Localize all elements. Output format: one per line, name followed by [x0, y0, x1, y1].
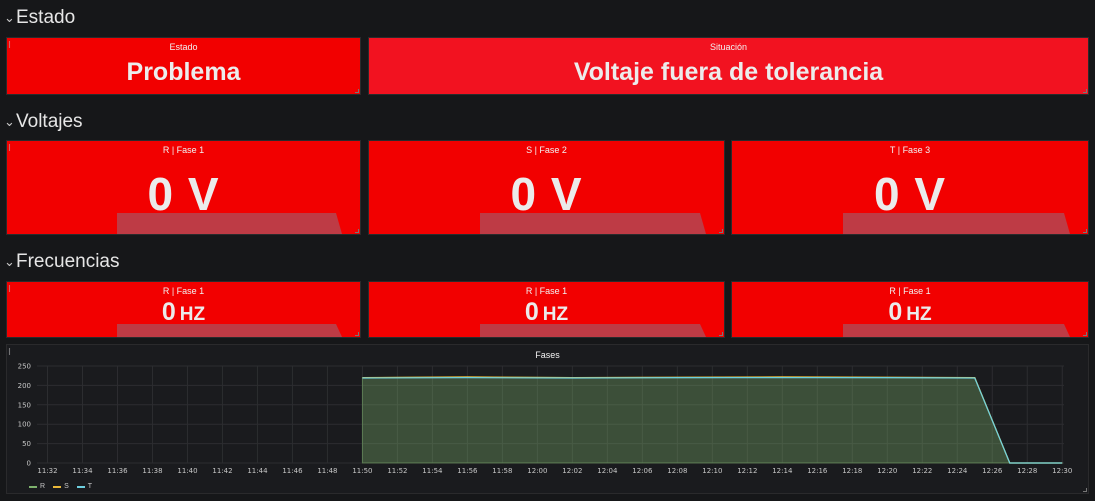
y-tick-label: 50 — [22, 440, 31, 448]
legend-label: R — [40, 483, 46, 490]
panel-frecuencia-3[interactable]: R | Fase 1 0 HZ — [731, 281, 1089, 338]
x-tick-label: 12:14 — [772, 467, 793, 475]
sparkline — [843, 213, 1070, 234]
resize-handle-icon[interactable] — [719, 229, 723, 233]
x-tick-label: 12:08 — [667, 467, 687, 475]
x-tick-label: 12:04 — [597, 467, 618, 475]
sparkline — [117, 324, 342, 337]
resize-handle-icon[interactable] — [1083, 229, 1087, 233]
y-tick-label: 250 — [18, 363, 31, 371]
x-tick-label: 12:26 — [982, 467, 1003, 475]
x-tick-label: 11:46 — [282, 467, 303, 475]
row-estado[interactable]: ⌄ Estado — [4, 6, 75, 30]
y-tick-label: 200 — [18, 382, 31, 390]
situacion-value: Voltaje fuera de tolerancia — [573, 58, 884, 86]
legend-swatch — [29, 485, 37, 488]
panel-estado[interactable]: Estado Problema — [6, 37, 361, 95]
x-tick-label: 12:20 — [877, 467, 897, 475]
sparkline — [117, 213, 342, 234]
x-tick-label: 11:56 — [457, 467, 478, 475]
row-title-voltajes: Voltajes — [16, 111, 83, 132]
panel-voltaje-r[interactable]: R | Fase 1 0 V — [6, 140, 361, 235]
panel-voltaje-s[interactable]: S | Fase 2 0 V — [368, 140, 725, 235]
x-tick-label: 12:06 — [632, 467, 653, 475]
x-tick-label: 11:34 — [72, 467, 93, 475]
legend-swatch — [53, 485, 62, 488]
resize-handle-icon[interactable] — [355, 89, 359, 93]
x-tick-label: 11:58 — [492, 467, 512, 475]
x-tick-label: 11:50 — [352, 467, 372, 475]
x-tick-label: 12:10 — [702, 467, 722, 475]
estado-value: Problema — [126, 58, 241, 86]
x-tick-label: 12:30 — [1052, 467, 1072, 475]
row-frecuencias[interactable]: ⌄ Frecuencias — [4, 250, 120, 274]
row-title-estado: Estado — [16, 7, 76, 28]
legend-item-s[interactable]: S — [53, 483, 69, 490]
x-tick-label: 12:18 — [842, 467, 862, 475]
legend-label: S — [64, 483, 69, 490]
panel-title: Estado — [169, 42, 198, 52]
sparkline — [843, 324, 1070, 337]
chevron-down-icon: ⌄ — [4, 114, 15, 129]
resize-handle-icon[interactable] — [1083, 89, 1087, 93]
y-tick-label: 100 — [18, 421, 31, 429]
y-tick-label: 0 — [27, 460, 31, 468]
x-tick-label: 12:16 — [807, 467, 828, 475]
panel-voltaje-t[interactable]: T | Fase 3 0 V — [731, 140, 1089, 235]
legend-item-t[interactable]: T — [76, 483, 93, 490]
y-tick-label: 150 — [18, 401, 31, 409]
x-tick-label: 12:24 — [947, 467, 968, 475]
x-tick-label: 12:28 — [1017, 467, 1037, 475]
panel-situacion[interactable]: Situación Voltaje fuera de tolerancia — [368, 37, 1089, 95]
x-tick-label: 12:00 — [527, 467, 547, 475]
panel-frecuencia-2[interactable]: R | Fase 1 0 HZ — [368, 281, 725, 338]
x-tick-label: 11:54 — [422, 467, 443, 475]
resize-handle-icon[interactable] — [719, 332, 723, 336]
graph-legend: R S T — [29, 483, 92, 490]
legend-label: T — [87, 483, 93, 490]
legend-item-r[interactable]: R — [29, 483, 45, 490]
x-tick-label: 12:22 — [912, 467, 932, 475]
resize-handle-icon[interactable] — [355, 229, 359, 233]
x-tick-label: 12:02 — [562, 467, 582, 475]
sparkline — [480, 324, 706, 337]
x-tick-label: 11:48 — [317, 467, 337, 475]
x-tick-label: 11:38 — [142, 467, 162, 475]
fases-chart[interactable]: 0 50 100 150 200 250 11:32 11:34 11:36 11:38 11:40… — [7, 345, 1088, 493]
panel-fases-graph[interactable]: Fases 0 50 100 150 200 250 11:32 11:34 11:36 11:3… — [6, 344, 1089, 494]
resize-handle-icon[interactable] — [1083, 488, 1087, 492]
x-tick-label: 11:40 — [177, 467, 197, 475]
row-voltajes[interactable]: ⌄ Voltajes — [4, 110, 83, 134]
resize-handle-icon[interactable] — [355, 332, 359, 336]
x-tick-label: 11:42 — [212, 467, 232, 475]
legend-swatch — [76, 485, 85, 488]
panel-title: Situación — [709, 42, 748, 52]
series-area-r — [361, 376, 1063, 464]
resize-handle-icon[interactable] — [1083, 332, 1087, 336]
x-tick-label: 11:36 — [107, 467, 128, 475]
x-tick-label: 11:32 — [37, 467, 57, 475]
row-title-frecuencias: Frecuencias — [16, 251, 120, 272]
sparkline — [480, 213, 706, 234]
chevron-down-icon: ⌄ — [4, 10, 15, 25]
chevron-down-icon: ⌄ — [4, 254, 15, 269]
x-tick-label: 12:12 — [737, 467, 757, 475]
panel-frecuencia-1[interactable]: R | Fase 1 0 HZ — [6, 281, 361, 338]
x-tick-label: 11:44 — [247, 467, 268, 475]
x-tick-label: 11:52 — [387, 467, 407, 475]
